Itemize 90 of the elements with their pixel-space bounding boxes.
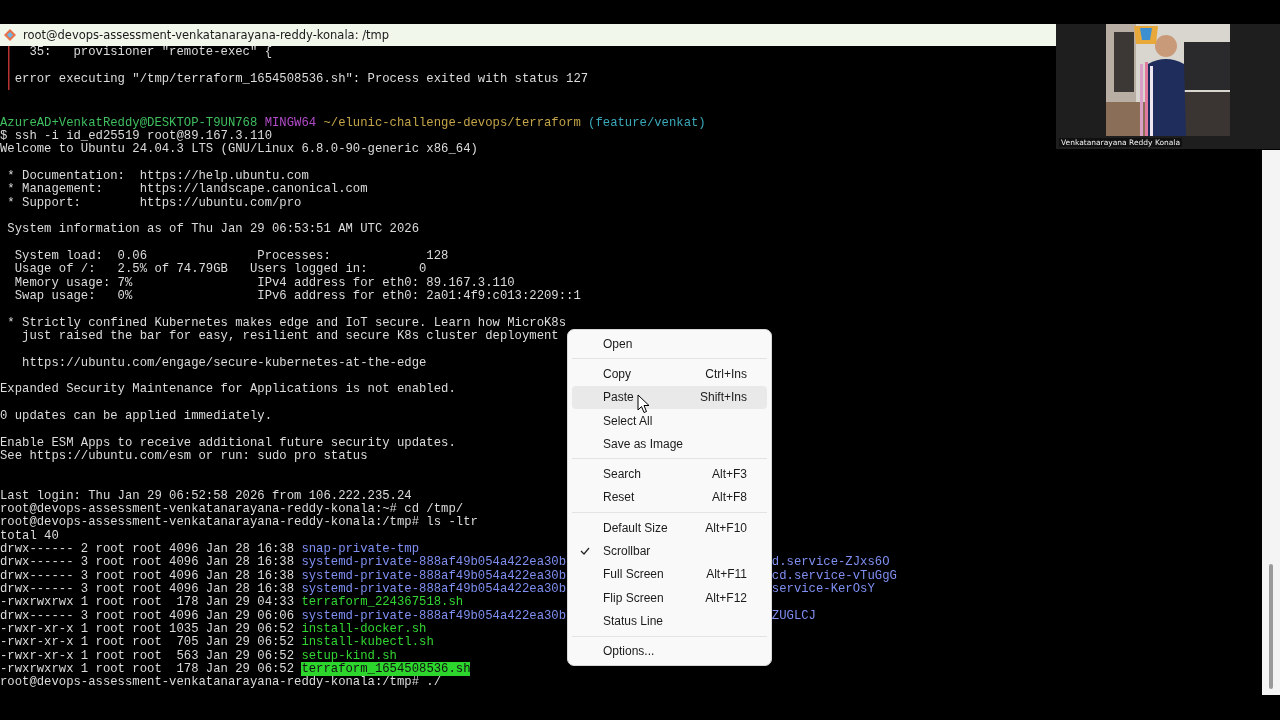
terminal-text: AzureAD+VenkatReddy@DESKTOP-T9UN768 — [0, 115, 258, 130]
terminal-text: Enable ESM Apps to receive additional future security updates. — [0, 435, 456, 450]
menu-item[interactable]: Save as Image — [572, 432, 767, 456]
terminal-text: -rwxrwxrwx 1 root root 178 Jan 29 06:52 — [0, 662, 295, 677]
terminal-text: just raised the bar for easy, resilient and secure K8s cluster deployment — [21, 328, 559, 343]
terminal-text: systemd-private-888af49b054a422ea30b — [301, 608, 567, 623]
terminal-text: MINGW64 — [264, 115, 317, 130]
terminal-text: -rwxr-xr-x 1 root root 705 Jan 29 06:52 — [0, 635, 296, 650]
terminal-text: * Strictly confined Kubernetes makes edge and IoT secure. Learn how MicroK8s — [6, 315, 567, 330]
menu-item-label: Options... — [603, 644, 655, 659]
window-title: root@devops-assessment-venkatanarayana-reddy-konala: /tmp — [23, 28, 390, 42]
menu-item-label: Flip Screen — [603, 590, 664, 605]
terminal-text: root@devops-assessment-venkatanarayana-reddy-konala:/tmp# ls -ltr — [0, 515, 478, 530]
terminal-text: Memory usage: 7% IPv4 address for eth0: 89.167.3.110 — [13, 275, 515, 290]
terminal-text: snap-private-tmp — [301, 542, 420, 557]
menu-item-label: Default Size — [603, 520, 668, 535]
terminal-text: Last login: Thu Jan 29 06:52:58 2026 from 106.222.235.24 — [0, 488, 412, 503]
terminal-text: terraform_1654508536.sh — [301, 662, 471, 677]
menu-item[interactable]: Search Alt+F3 — [572, 462, 767, 486]
menu-item[interactable]: Status Line — [572, 609, 767, 633]
terminal-text: install-docker.sh — [301, 622, 427, 637]
pointer-cursor-icon — [637, 394, 650, 414]
terminal-text: Swap usage: 0% IPv6 address for eth0: 2a01:4f9:c013:2209::1 — [13, 288, 581, 303]
terminal-text: drwx------ 3 root root 4096 Jan 28 16:38 — [0, 555, 296, 570]
shortcut-label: Alt+F12 — [705, 590, 747, 605]
menu-item[interactable]: Reset Alt+F8 — [572, 485, 767, 510]
scrollbar[interactable] — [1262, 150, 1280, 695]
menu-item-label: Search — [603, 467, 642, 482]
terminal-text: d.service-ZJxs6O — [771, 555, 890, 570]
menu-item-label: Scrollbar — [603, 544, 651, 558]
terminal-text: * Documentation: https://help.ubuntu.com — [6, 168, 309, 183]
terminal-text: Usage of /: 2.5% of 74.79GB Users logged in: 0 — [13, 262, 427, 277]
scrollbar-thumb[interactable] — [1269, 564, 1273, 689]
menu-item[interactable]: Options... — [572, 639, 767, 663]
terminal-text: total 40 — [0, 528, 59, 543]
shortcut-label: Alt+F10 — [705, 520, 747, 535]
terminal-text: -rwxr-xr-x 1 root root 563 Jan 29 06:52 — [0, 648, 296, 663]
shortcut-label: Shift+Ins — [699, 390, 747, 405]
terminal-text: drwx------ 3 root root 4096 Jan 29 06:06 — [0, 608, 296, 623]
menu-item[interactable]: Paste Shift+Ins — [572, 385, 767, 409]
menu-item-label: Full Screen — [603, 567, 664, 582]
terminal-text: drwx------ 3 root root 4096 Jan 28 16:38 — [0, 568, 296, 583]
menu-item-label: Status Line — [603, 613, 664, 628]
terminal-text: Welcome to Ubuntu 24.04.3 LTS (GNU/Linux 6.8.0-90-generic x86_64) — [0, 142, 478, 157]
menu-item[interactable]: Scrollbar — [572, 539, 767, 563]
terminal-text: See https://ubuntu.com/esm or run: sudo pro status — [0, 448, 368, 463]
menu-item[interactable]: Open — [572, 332, 767, 356]
terminal-text: root@devops-assessment-venkatanarayana-reddy-konala:/tmp# ./ — [0, 675, 442, 690]
app-icon — [3, 28, 17, 42]
terminal-text: root@devops-assessment-venkatanarayana-reddy-konala:~# cd /tmp/ — [0, 502, 464, 517]
terminal-text: $ ssh -i id_ed25519 root@89.167.3.110 — [0, 128, 272, 143]
terminal-text: drwx------ 2 root root 4096 Jan 28 16:38 — [0, 542, 296, 557]
terminal-text: systemd-private-888af49b054a422ea30b — [301, 582, 567, 597]
terminal-text: -rwxrwxrwx 1 root root 178 Jan 29 04:33 — [0, 595, 296, 610]
terminal-text: install-kubectl.sh — [301, 635, 434, 650]
menu-item-label: Reset — [603, 490, 635, 505]
terminal-text: service-KerOsY — [771, 582, 875, 597]
menu-item[interactable]: Default Size Alt+F10 — [572, 516, 767, 540]
terminal-text: drwx------ 3 root root 4096 Jan 28 16:38 — [0, 582, 296, 597]
terminal-text: systemd-private-888af49b054a422ea30b — [301, 555, 567, 570]
menu-item-label: Copy — [603, 366, 631, 381]
menu-item[interactable]: Flip Screen Alt+F12 — [572, 585, 767, 610]
terminal-text: (feature/venkat) — [588, 115, 706, 130]
terminal-text: systemd-private-888af49b054a422ea30b — [301, 568, 567, 583]
menu-item-label: Select All — [603, 413, 653, 428]
terminal-text: cd.service-vTuGgG — [771, 568, 897, 583]
terminal-text: ZUGLCJ — [771, 608, 816, 623]
terminal-text: setup-kind.sh — [301, 648, 397, 663]
menu-item[interactable]: Full Screen Alt+F11 — [572, 562, 767, 586]
terminal-text: Expanded Security Maintenance for Applications is not enabled. — [0, 382, 456, 397]
menu-item-label: Open — [603, 336, 633, 351]
terminal-text: * Management: https://landscape.canonical.com — [6, 182, 368, 197]
terminal-text: https://ubuntu.com/engage/secure-kubernetes-at-the-edge — [21, 355, 427, 370]
terminal-text: ~/elunic-challenge-devops/terraform — [323, 115, 581, 130]
terminal-text: System information as of Thu Jan 29 06:53:51 AM UTC 2026 — [6, 222, 420, 237]
terminal-text: System load: 0.06 Processes: 128 — [13, 248, 449, 263]
shortcut-label: Alt+F8 — [712, 490, 747, 505]
menu-item-label: Paste — [603, 390, 634, 405]
terminal-text: error executing "/tmp/terraform_1654508536.sh": Process exited with status 127 — [13, 71, 589, 86]
shortcut-label: Ctrl+Ins — [705, 366, 747, 381]
terminal-text: 35: provisioner "remote-exec" { — [28, 46, 272, 59]
shortcut-label: Alt+F11 — [706, 567, 747, 582]
terminal-text: * Support: https://ubuntu.com/pro — [6, 195, 302, 210]
menu-item[interactable]: Select All — [572, 408, 767, 433]
terminal-text: -rwxr-xr-x 1 root root 1035 Jan 29 06:52 — [0, 622, 296, 637]
shortcut-label: Alt+F3 — [712, 467, 747, 482]
menu-item[interactable]: Copy Ctrl+Ins — [572, 362, 767, 386]
terminal-text: 0 updates can be applied immediately. — [0, 408, 272, 423]
menu-item-label: Save as Image — [603, 436, 684, 451]
terminal-text: terraform_224367518.sh — [301, 595, 464, 610]
